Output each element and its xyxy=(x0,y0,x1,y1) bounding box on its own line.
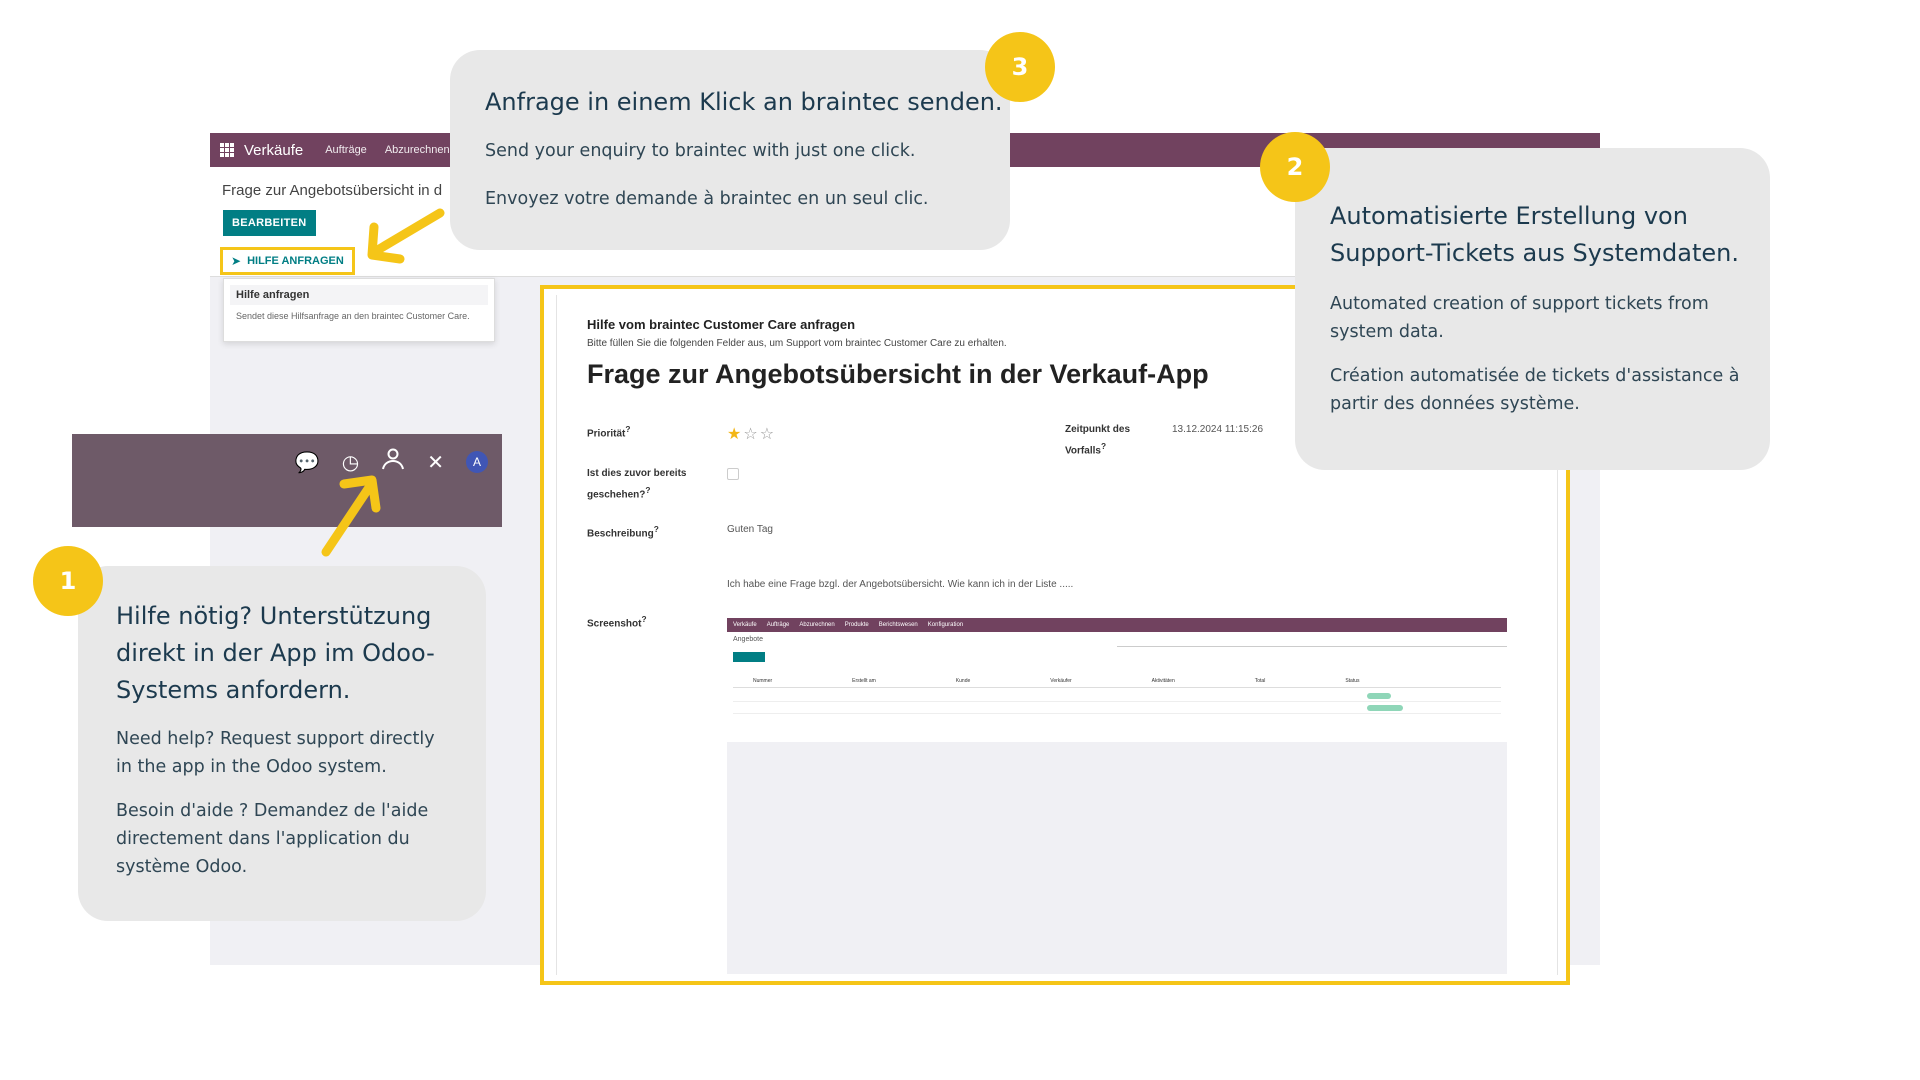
star-icon-empty[interactable]: ☆ xyxy=(760,426,776,443)
arrow-to-help-button xyxy=(367,208,445,264)
edit-button[interactable]: BEARBEITEN xyxy=(223,210,316,236)
systray-bar: 💬 ◷ ✕ A xyxy=(72,434,502,527)
form-subheading: Bitte füllen Sie die folgenden Felder au… xyxy=(587,338,1007,349)
star-icon-empty[interactable]: ☆ xyxy=(743,426,759,443)
help-dropdown[interactable]: Hilfe anfragen Sendet diese Hilfsanfrage… xyxy=(223,278,495,342)
mini-list-view: Angebote Nummer Erstellt am Kunde Verkäu… xyxy=(727,632,1507,742)
callout-title: Hilfe nötig? Unterstützung direkt in der… xyxy=(116,602,435,704)
mini-table-header: Nummer Erstellt am Kunde Verkäufer Aktiv… xyxy=(733,678,1501,688)
step-badge-1: 1 xyxy=(33,546,103,616)
callout-automated-tickets: Automatisierte Erstellung von Support-Ti… xyxy=(1295,148,1770,470)
screenshot-preview[interactable]: Verkäufe Aufträge Abzurechnen Produkte B… xyxy=(727,618,1507,974)
mini-status-tag xyxy=(1367,693,1391,699)
menu-item-invoicing[interactable]: Abzurechnen xyxy=(385,144,450,156)
support-person-svg xyxy=(382,448,405,470)
callout-one-click-send: Anfrage in einem Klick an braintec sende… xyxy=(450,50,1010,250)
incident-time-value[interactable]: 13.12.2024 11:15:26 xyxy=(1172,424,1263,435)
app-grid-icon[interactable] xyxy=(220,143,234,157)
app-name[interactable]: Verkäufe xyxy=(244,142,303,159)
step-badge-2: 2 xyxy=(1260,132,1330,202)
callout-title: Automatisierte Erstellung von Support-Ti… xyxy=(1330,202,1739,267)
form-heading: Hilfe vom braintec Customer Care anfrage… xyxy=(587,317,856,332)
screenshot-label: Screenshot? xyxy=(587,614,647,630)
callout-text-en: Need help? Request support directly in t… xyxy=(116,729,435,777)
tools-icon[interactable]: ✕ xyxy=(427,450,444,475)
callout-text-en: Send your enquiry to braintec with just … xyxy=(485,141,916,161)
dropdown-item-description: Sendet diese Hilfsanfrage an den brainte… xyxy=(236,311,470,321)
callout-text-en: Automated creation of support tickets fr… xyxy=(1330,294,1709,342)
description-line-1[interactable]: Guten Tag xyxy=(727,524,773,535)
form-title: Frage zur Angebotsübersicht in der Verka… xyxy=(587,359,1209,389)
menu-item-orders[interactable]: Aufträge xyxy=(325,144,367,156)
avatar[interactable]: A xyxy=(466,451,488,473)
callout-help-needed: Hilfe nötig? Unterstützung direkt in der… xyxy=(78,566,486,921)
mini-status-tag xyxy=(1367,705,1403,711)
dropdown-item-title[interactable]: Hilfe anfragen xyxy=(230,285,488,305)
callout-text-fr: Besoin d'aide ? Demandez de l'aide direc… xyxy=(116,801,429,877)
paper-plane-icon: ➤ xyxy=(231,254,242,268)
mini-new-button xyxy=(733,652,765,662)
callout-title: Anfrage in einem Klick an braintec sende… xyxy=(485,88,1003,116)
happened-before-label: Ist dies zuvor bereits geschehen?? xyxy=(587,468,687,501)
priority-stars[interactable]: ★☆☆ xyxy=(727,424,776,444)
request-help-button[interactable]: ➤ HILFE ANFRAGEN xyxy=(220,247,355,275)
request-help-label: HILFE ANFRAGEN xyxy=(247,255,344,267)
breadcrumb[interactable]: Frage zur Angebotsübersicht in d xyxy=(222,182,442,199)
description-label: Beschreibung? xyxy=(587,524,659,540)
incident-time-label: Zeitpunkt des Vorfalls? xyxy=(1065,424,1131,457)
mini-navbar: Verkäufe Aufträge Abzurechnen Produkte B… xyxy=(727,618,1507,632)
description-line-2[interactable]: Ich habe eine Frage bzgl. der Angebotsüb… xyxy=(727,579,1073,590)
priority-label: Priorität? xyxy=(587,424,631,440)
star-icon-filled[interactable]: ★ xyxy=(727,426,743,443)
step-badge-3: 3 xyxy=(985,32,1055,102)
mini-search xyxy=(1117,638,1507,647)
chat-icon[interactable]: 💬 xyxy=(295,450,320,475)
happened-before-checkbox[interactable] xyxy=(727,468,739,480)
callout-text-fr: Création automatisée de tickets d'assist… xyxy=(1330,366,1740,414)
arrow-to-support-icon xyxy=(321,475,381,557)
callout-text-fr: Envoyez votre demande à braintec en un s… xyxy=(485,189,929,209)
